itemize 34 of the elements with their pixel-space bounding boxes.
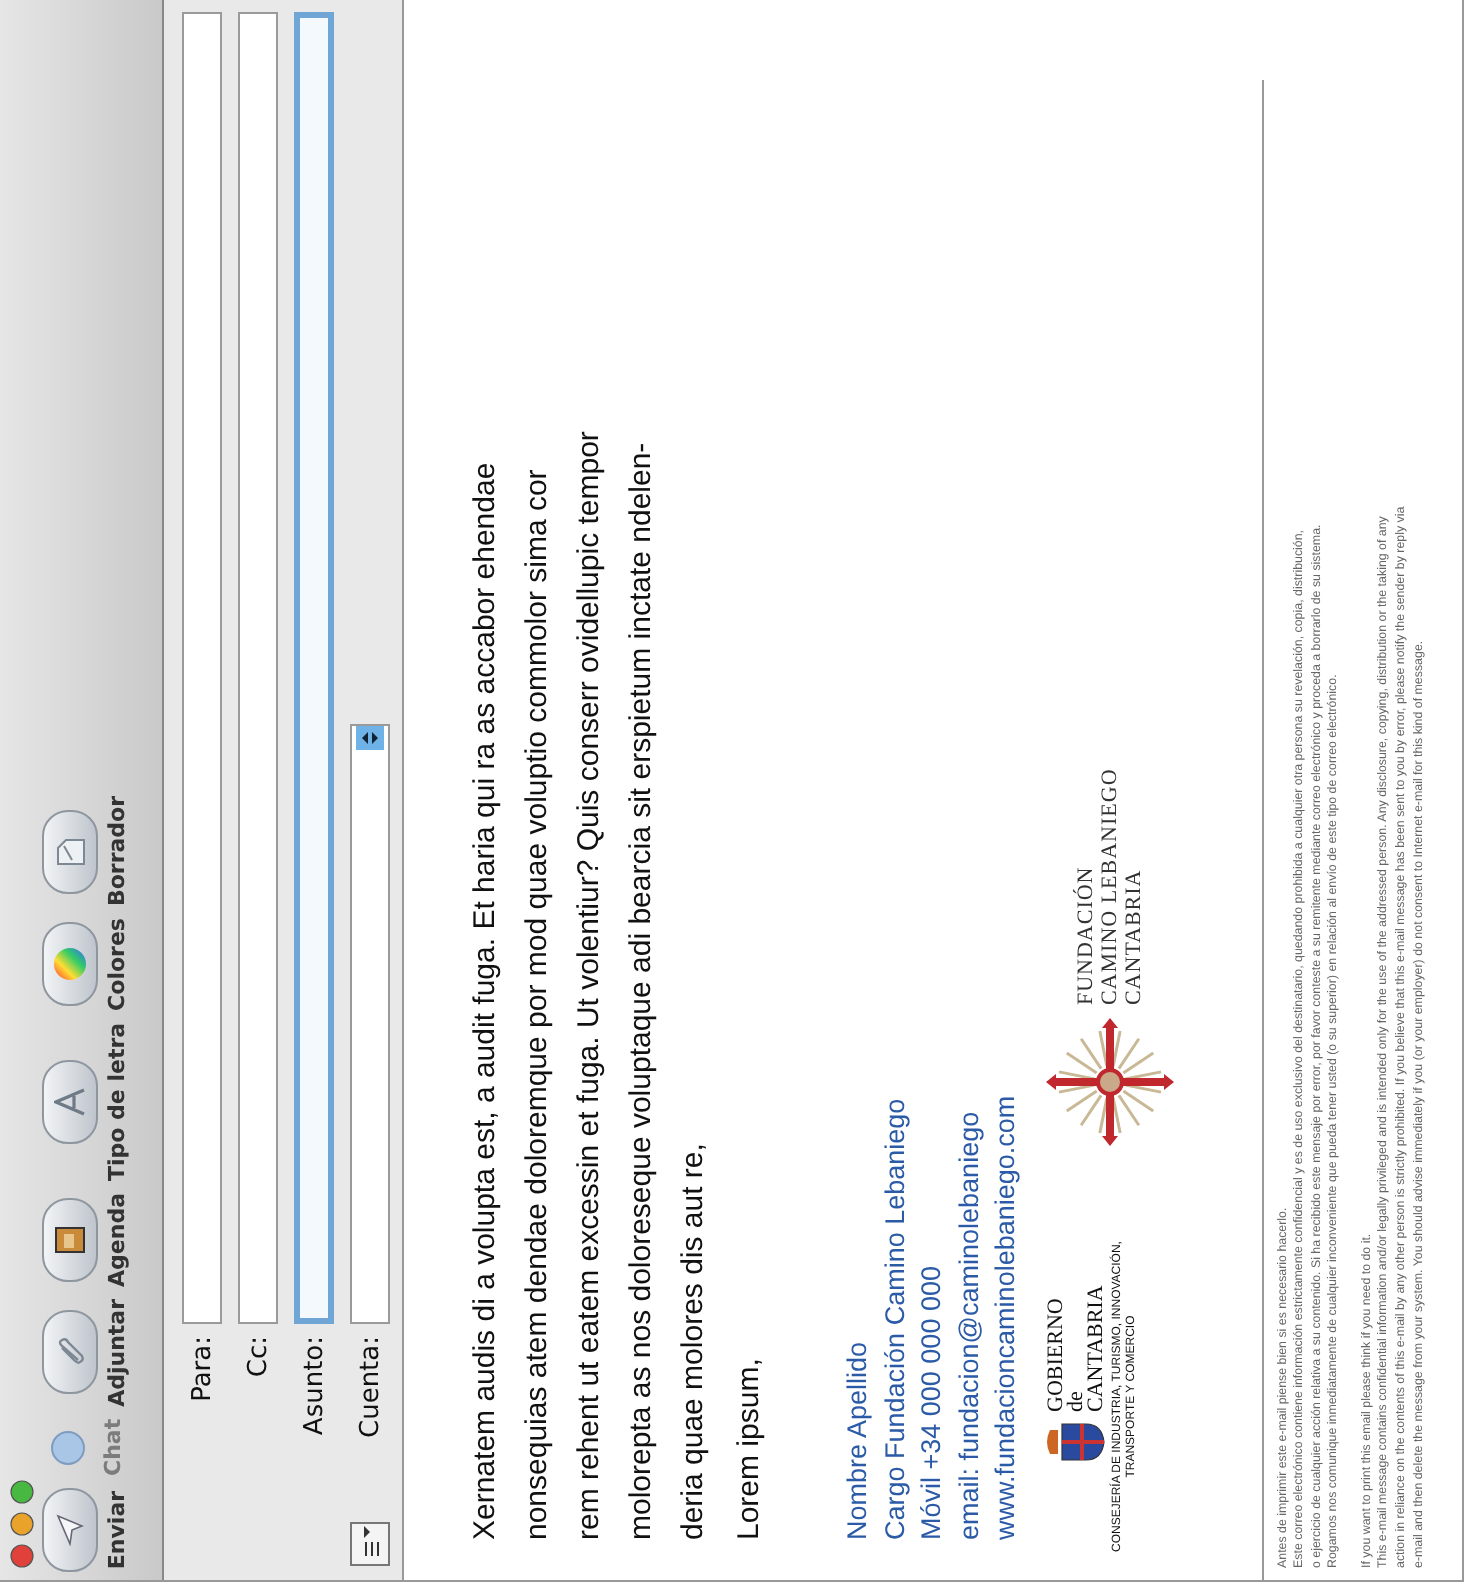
book-icon bbox=[54, 1225, 86, 1254]
field-label: Para: bbox=[187, 1334, 217, 1406]
stepper-icon bbox=[356, 726, 384, 750]
list-menu-icon[interactable] bbox=[350, 1522, 390, 1566]
document-icon bbox=[54, 835, 86, 868]
logo-text: FUNDACIÓN CAMINO LEBANIEGO CANTABRIA bbox=[1073, 768, 1145, 1006]
toolbar-button[interactable]: Tipo de letra bbox=[42, 1022, 130, 1181]
toolbar-button[interactable]: Adjuntar bbox=[42, 1298, 130, 1407]
body-paragraph: Xernatem audis di a volupta est, a audit fuga. Et haria qui ra as accabor ehendae nonsequias atem dendae doloremque por mod quae voluptio commolor sima cor rem rehent ut eatem excessin et fuga. Ut volentiur? Quis conserr ovidellupic tempor molorepta as nos doloreseque voluptaque adi bearcia sit erspietum inctate ndelen- deria quae molores dis aut re, bbox=[466, 429, 712, 1540]
header-field[interactable] bbox=[294, 12, 334, 1324]
field-label: Cuenta: bbox=[355, 1334, 385, 1442]
paperclip-icon bbox=[54, 1336, 86, 1369]
body-paragraph: Lorem ipsum, bbox=[730, 1356, 768, 1540]
toolbar-button[interactable]: Borrador bbox=[42, 795, 130, 907]
header-field[interactable] bbox=[238, 12, 278, 1324]
field-label: Asunto: bbox=[299, 1334, 329, 1440]
header-field[interactable] bbox=[182, 12, 222, 1324]
field-label: Cc: bbox=[243, 1334, 273, 1382]
cross-logo-icon bbox=[1045, 1017, 1173, 1146]
signature-line: www.fundacioncaminolebaniego.com bbox=[988, 1095, 1022, 1540]
paper-plane-icon bbox=[56, 1514, 84, 1546]
signature-line: email: fundacion@caminolebaniego bbox=[951, 1111, 986, 1540]
window-control-icon[interactable] bbox=[10, 1480, 34, 1504]
signature-line: Nombre Apellido bbox=[840, 1341, 874, 1540]
signature-line: Móvil +34 000 000 000 bbox=[914, 1266, 948, 1540]
color-wheel-icon bbox=[52, 946, 88, 983]
window-control-icon[interactable] bbox=[10, 1512, 34, 1536]
signature-line: Cargo Fundación Camino Lebaniego bbox=[877, 1098, 912, 1540]
coat-of-arms-icon bbox=[1045, 1420, 1105, 1464]
circle-icon bbox=[50, 1429, 86, 1466]
account-popup[interactable] bbox=[350, 724, 390, 1324]
window-control-icon[interactable] bbox=[10, 1544, 34, 1568]
letter-a-icon bbox=[54, 1085, 86, 1118]
logo-text: GOBIERNO de CANTABRIA bbox=[1045, 1285, 1105, 1412]
